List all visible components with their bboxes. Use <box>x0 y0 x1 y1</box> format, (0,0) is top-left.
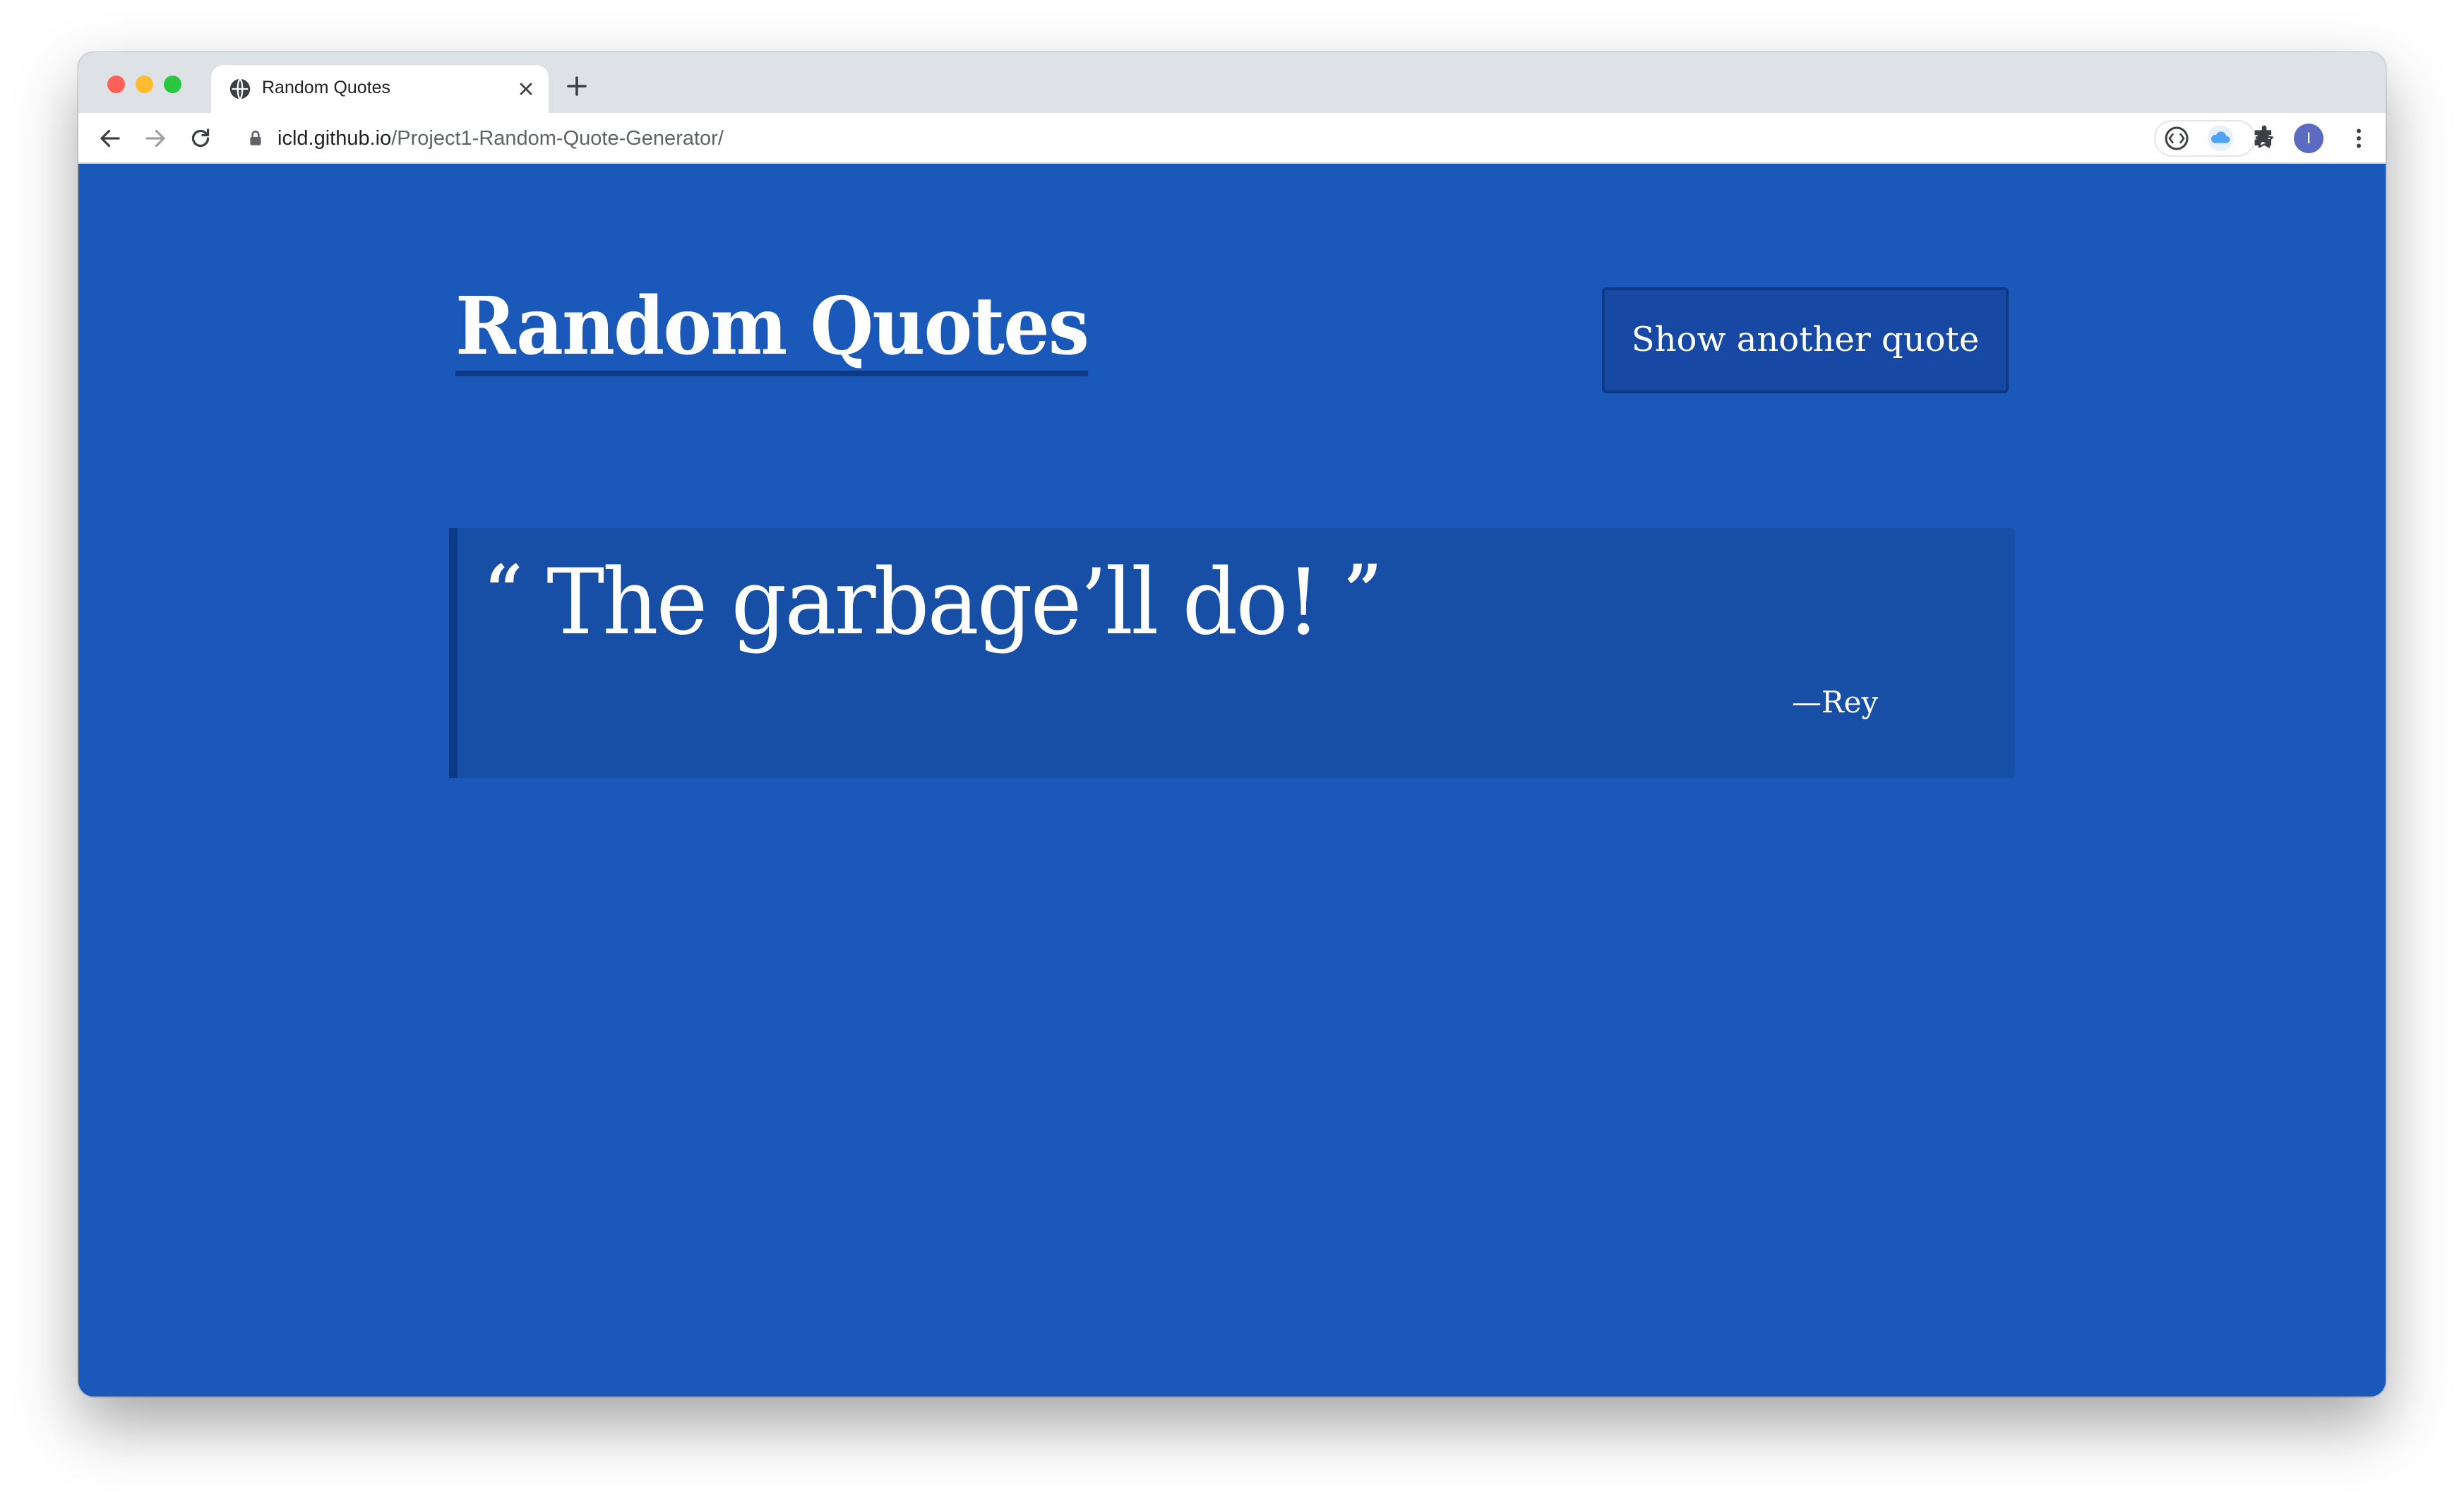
url-path: /Project1-Random-Quote-Generator/ <box>391 127 724 150</box>
address-bar[interactable]: icld.github.io/Project1-Random-Quote-Gen… <box>231 119 2273 158</box>
quote-text: The garbage’ll do! <box>546 550 1321 655</box>
cloud-icon[interactable] <box>2206 124 2235 153</box>
reload-icon[interactable] <box>188 126 213 151</box>
tab-title: Random Quotes <box>262 78 391 97</box>
code-brackets-icon[interactable] <box>2163 124 2191 153</box>
quote-box: “ The garbage’ll do! ” —Rey <box>449 528 2015 778</box>
browser-window: Random Quotes icld.github.io/Project1-Ra… <box>78 52 2386 1397</box>
tab-strip: Random Quotes <box>78 52 2386 113</box>
close-icon[interactable] <box>516 79 536 99</box>
arrow-right-icon[interactable] <box>143 126 168 151</box>
open-quote-mark: “ <box>486 550 523 630</box>
lock-icon[interactable] <box>246 128 265 148</box>
maximize-window-button[interactable] <box>164 76 181 93</box>
url-text[interactable]: icld.github.io/Project1-Random-Quote-Gen… <box>277 127 724 150</box>
minimize-window-button[interactable] <box>136 76 153 93</box>
page-content: Random Quotes Show another quote “ The g… <box>78 164 2386 1397</box>
puzzle-icon[interactable] <box>2250 124 2278 153</box>
quote-source: —Rey <box>1792 685 1879 719</box>
avatar[interactable]: I <box>2294 124 2324 153</box>
plus-icon[interactable] <box>564 73 590 99</box>
show-another-quote-button[interactable]: Show another quote <box>1602 287 2009 393</box>
close-quote-mark: ” <box>1344 550 1382 630</box>
quote-text-line: “ The garbage’ll do! ” <box>486 554 1382 650</box>
close-window-button[interactable] <box>107 76 125 93</box>
kebab-menu-icon[interactable] <box>2346 126 2372 151</box>
tab-random-quotes[interactable]: Random Quotes <box>211 65 549 113</box>
browser-toolbar: icld.github.io/Project1-Random-Quote-Gen… <box>78 113 2386 164</box>
globe-icon <box>229 78 251 100</box>
page-title[interactable]: Random Quotes <box>455 287 1089 376</box>
url-host: icld.github.io <box>277 127 392 150</box>
arrow-left-icon[interactable] <box>97 126 123 151</box>
